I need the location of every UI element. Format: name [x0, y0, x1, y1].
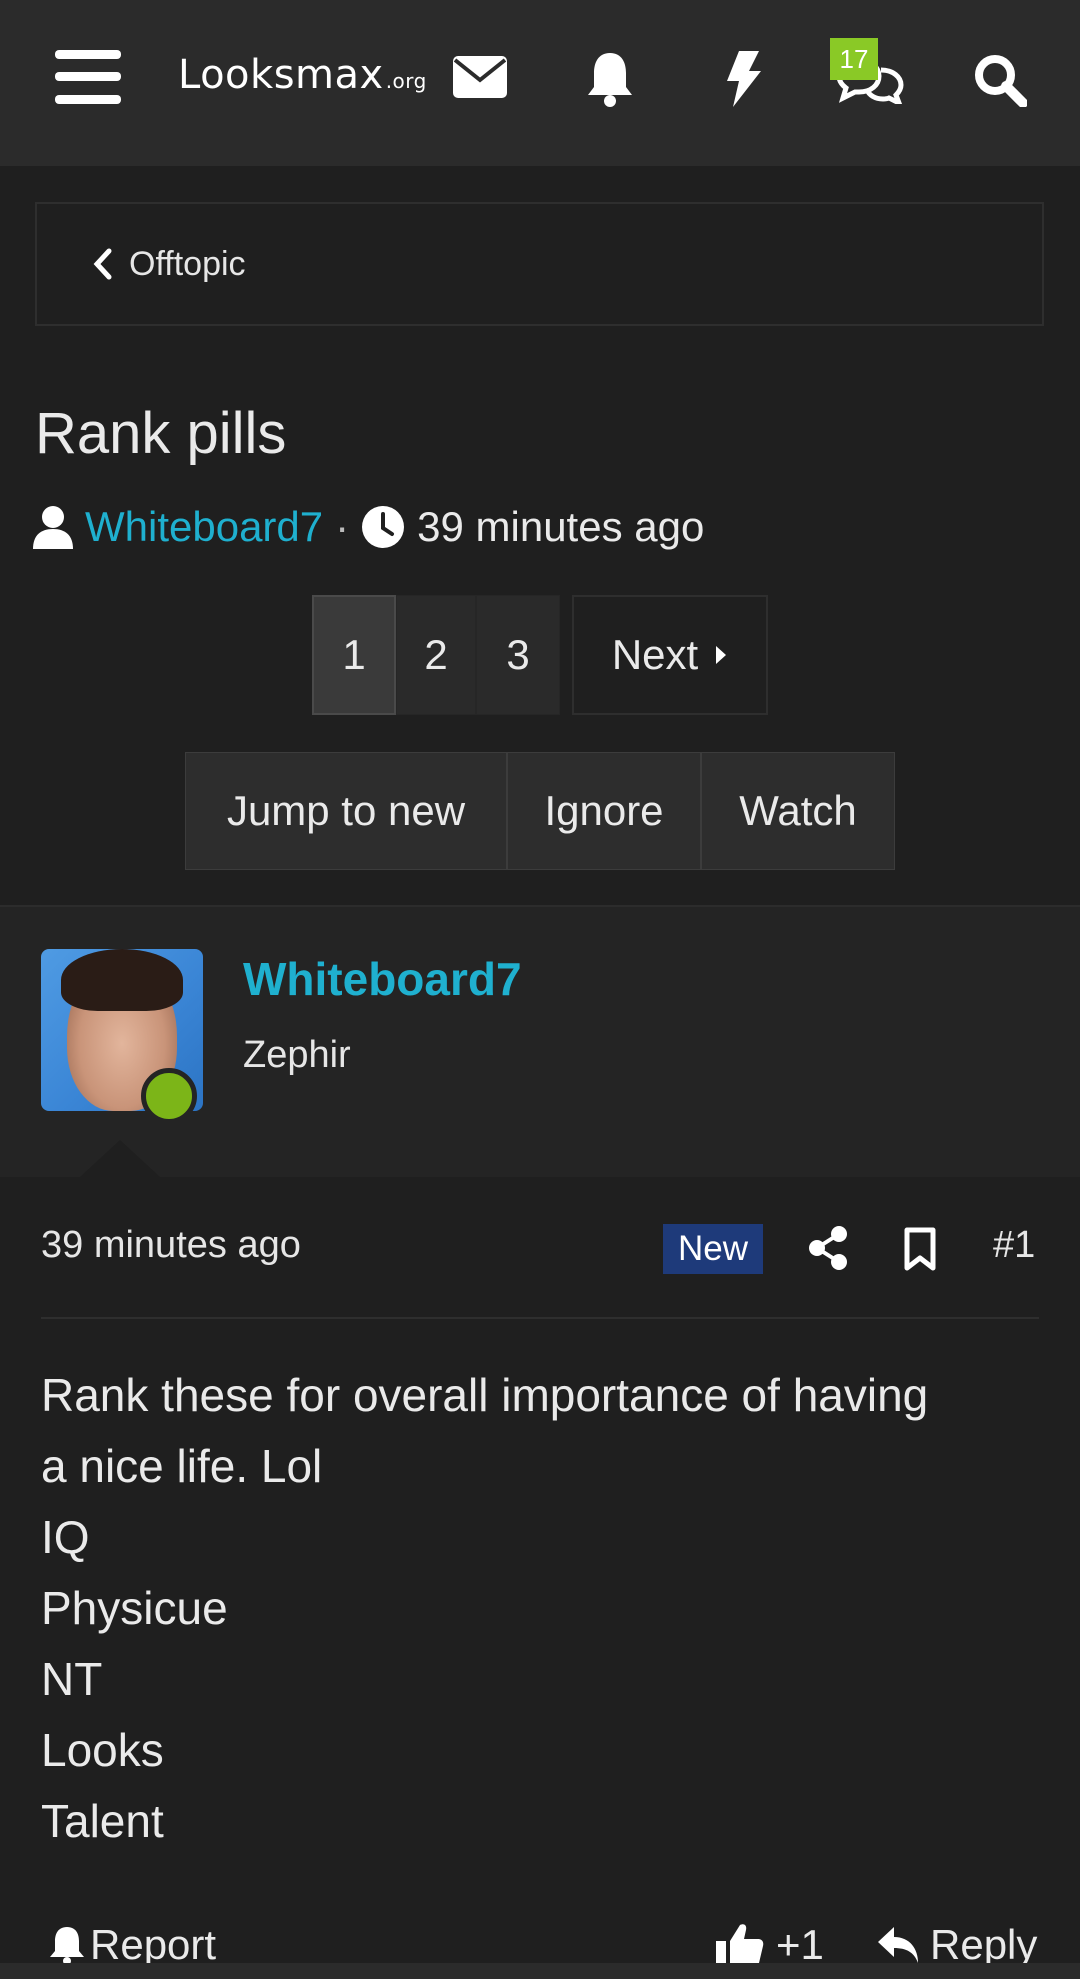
thread-actions: Jump to new Ignore Watch [185, 752, 895, 870]
bell-icon [48, 1925, 86, 1965]
post-body-line: IQ [41, 1511, 90, 1563]
chevron-left-icon [91, 247, 113, 281]
search-icon[interactable] [970, 50, 1030, 110]
thread-meta: Whiteboard7 · 39 minutes ago [33, 497, 704, 557]
site-logo[interactable]: Looksmax .org [178, 52, 427, 112]
bottom-strip [0, 1963, 1080, 1979]
post-number-link[interactable]: #1 [993, 1224, 1035, 1267]
share-icon[interactable] [806, 1224, 850, 1272]
breadcrumb[interactable]: Offtopic [35, 202, 1044, 326]
bell-icon[interactable] [582, 48, 638, 110]
post-body-line: Talent [41, 1795, 164, 1847]
online-status-indicator [141, 1068, 197, 1124]
post-username[interactable]: Whiteboard7 [243, 952, 522, 1006]
new-badge: New [663, 1224, 763, 1274]
like-count: +1 [776, 1920, 824, 1968]
page-2-button[interactable]: 2 [396, 595, 476, 715]
pagination: 1 2 3 [312, 595, 560, 715]
report-label: Report [90, 1920, 217, 1968]
envelope-icon[interactable] [450, 52, 510, 102]
menu-icon[interactable] [50, 46, 126, 108]
post-body-line: Physicue [41, 1582, 228, 1634]
post-body-line: NT [41, 1653, 103, 1705]
clock-icon [361, 505, 405, 549]
caret-right-icon [714, 644, 728, 666]
watch-button[interactable]: Watch [701, 752, 895, 870]
reply-button[interactable]: Reply [876, 1921, 1037, 1969]
thumbs-up-icon [714, 1921, 764, 1969]
post-body-line: a nice life. Lol [41, 1440, 323, 1492]
logo-text: Looksmax [178, 52, 384, 98]
thread-time: 39 minutes ago [417, 503, 705, 550]
bookmark-icon[interactable] [900, 1224, 940, 1274]
top-navigation-bar: Looksmax .org 17 [0, 0, 1080, 166]
post-time[interactable]: 39 minutes ago [41, 1224, 301, 1267]
user-icon [33, 505, 73, 549]
like-button[interactable]: +1 [714, 1921, 824, 1969]
post-arrow [80, 1140, 160, 1177]
report-button[interactable]: Report [48, 1921, 216, 1969]
next-page-button[interactable]: Next [572, 595, 768, 715]
thread-author-link[interactable]: Whiteboard7 [85, 503, 323, 551]
avatar-hair [61, 949, 183, 1011]
jump-to-new-button[interactable]: Jump to new [185, 752, 507, 870]
post-user-title: Zephir [243, 1034, 351, 1076]
post-divider [41, 1317, 1039, 1319]
conversations-badge: 17 [830, 38, 878, 80]
ignore-button[interactable]: Ignore [507, 752, 701, 870]
meta-separator: · [335, 503, 350, 550]
next-label: Next [611, 631, 699, 678]
post-body-line: Looks [41, 1724, 164, 1776]
breadcrumb-label: Offtopic [129, 244, 246, 283]
post-body: Rank these for overall importance of hav… [41, 1360, 1041, 1857]
logo-suffix: .org [385, 69, 427, 93]
reply-icon [876, 1925, 920, 1965]
page-3-button[interactable]: 3 [476, 595, 560, 715]
reply-label: Reply [930, 1920, 1038, 1968]
page-1-button[interactable]: 1 [312, 595, 396, 715]
post-body-line: Rank these for overall importance of hav… [41, 1369, 929, 1421]
lightning-icon[interactable] [718, 48, 768, 110]
thread-title: Rank pills [35, 401, 287, 466]
